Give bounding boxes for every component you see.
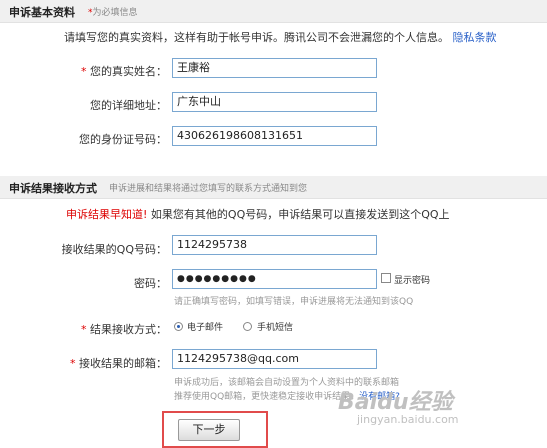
email-input[interactable]: 1124295738@qq.com	[172, 349, 377, 369]
method-label: * 结果接收方式：	[81, 323, 167, 336]
next-button[interactable]: 下一步	[178, 419, 240, 441]
qq-label: 接收结果的QQ号码：	[61, 243, 167, 256]
radio-sms-label: 手机短信	[257, 323, 294, 333]
id-number-label: 您的身份证号码：	[79, 133, 167, 146]
notice-highlight: 申诉结果早知道!	[66, 208, 148, 221]
id-number-input[interactable]: 430626198608131651	[172, 126, 377, 146]
section-title: 申诉基本资料	[9, 6, 75, 19]
email-label: * 接收结果的邮箱：	[70, 357, 167, 370]
address-label: 您的详细地址：	[90, 99, 167, 112]
privacy-link[interactable]: 隐私条款	[453, 31, 497, 44]
required-note: *为必填信息	[88, 8, 138, 18]
watermark-brand: Baidu经验	[338, 390, 453, 415]
name-label: * 您的真实姓名：	[81, 65, 167, 78]
section-header-basic-info: 申诉基本资料 *为必填信息	[0, 0, 547, 23]
section-note: 申诉进展和结果将通过您填写的联系方式通知到您	[109, 184, 308, 194]
password-input[interactable]: ●●●●●●●●●	[172, 269, 377, 289]
show-password-checkbox[interactable]	[381, 273, 391, 283]
section-title: 申诉结果接收方式	[9, 182, 97, 195]
password-hint: 请正确填写密码，如填写错误，申诉进展将无法通知到该QQ	[174, 297, 414, 307]
qq-input[interactable]: 1124295738	[172, 235, 377, 255]
result-notice: 申诉结果早知道! 如果您有其他的QQ号码，申诉结果可以直接发送到这个QQ上	[66, 208, 450, 221]
radio-email-label: 电子邮件	[187, 323, 224, 333]
show-password-label: 显示密码	[394, 276, 431, 286]
password-label: 密码：	[134, 277, 167, 290]
section-header-result-method: 申诉结果接收方式 申诉进展和结果将通过您填写的联系方式通知到您	[0, 176, 547, 199]
radio-email[interactable]	[174, 322, 183, 331]
radio-sms[interactable]	[243, 322, 252, 331]
name-input[interactable]: 王康裕	[172, 58, 377, 78]
watermark-url: jingyan.baidu.com	[357, 413, 459, 426]
intro-text: 请填写您的真实资料，这样有助于帐号申诉。腾讯公司不会泄漏您的个人信息。 隐私条款	[64, 31, 497, 44]
address-input[interactable]: 广东中山	[172, 92, 377, 112]
